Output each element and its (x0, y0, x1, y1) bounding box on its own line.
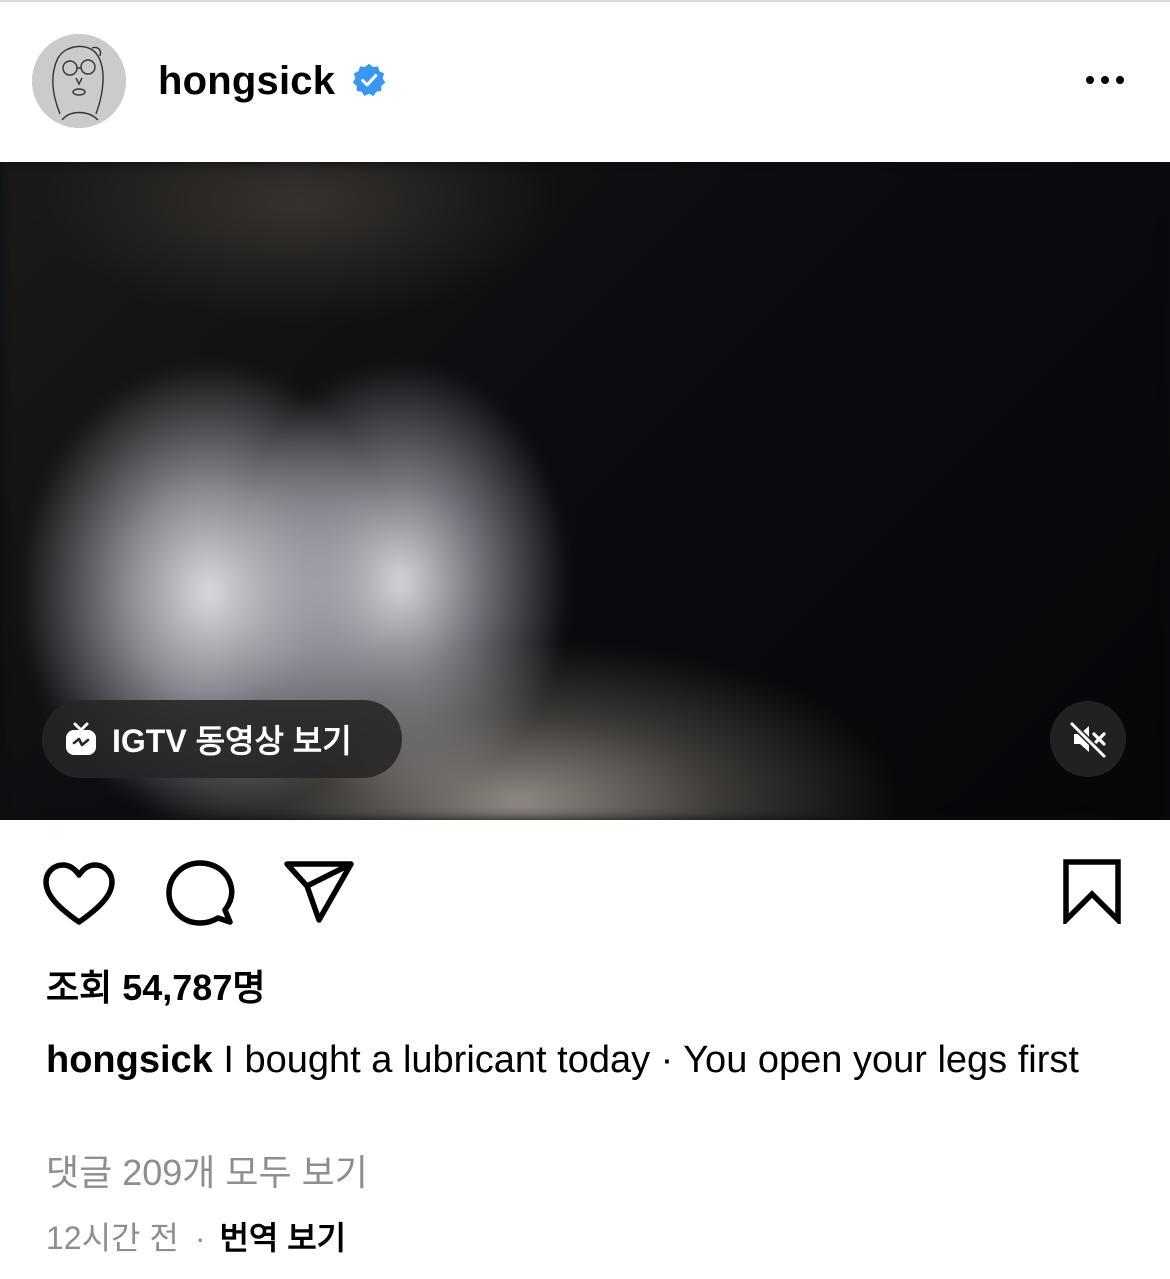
mute-toggle-button[interactable] (1050, 701, 1126, 777)
watch-igtv-label: IGTV 동영상 보기 (112, 723, 352, 759)
meta-separator: · (194, 1220, 206, 1256)
view-count[interactable]: 조회 54,787명 (46, 966, 265, 1010)
avatar[interactable] (32, 34, 126, 128)
watch-igtv-button[interactable]: IGTV 동영상 보기 (42, 700, 402, 778)
more-options-icon[interactable] (1078, 62, 1132, 98)
heart-icon[interactable] (42, 862, 116, 926)
verified-badge-icon (352, 63, 386, 97)
video-player[interactable]: IGTV 동영상 보기 (0, 162, 1170, 820)
post-timestamp: 12시간 전 (46, 1220, 179, 1256)
header-username[interactable]: hongsick (158, 56, 335, 106)
igtv-icon (66, 722, 96, 755)
caption-username[interactable]: hongsick (46, 1039, 213, 1081)
post-meta: 12시간 전 · 번역 보기 (46, 1216, 346, 1260)
dot (1086, 76, 1094, 84)
dot (1101, 76, 1109, 84)
bookmark-icon[interactable] (1060, 858, 1124, 924)
muted-speaker-icon (1069, 721, 1107, 759)
dot (1116, 76, 1124, 84)
see-translation-link[interactable]: 번역 보기 (219, 1216, 346, 1260)
view-all-comments-link[interactable]: 댓글 209개 모두 보기 (46, 1150, 368, 1196)
paper-plane-icon[interactable] (283, 860, 355, 924)
avatar-sketch-image (32, 34, 126, 128)
comment-bubble-icon[interactable] (165, 860, 235, 926)
caption-text: I bought a lubricant today · You open yo… (223, 1039, 1079, 1081)
post-header: hongsick (0, 0, 1170, 162)
caption: hongsick I bought a lubricant today · Yo… (46, 1036, 1126, 1084)
